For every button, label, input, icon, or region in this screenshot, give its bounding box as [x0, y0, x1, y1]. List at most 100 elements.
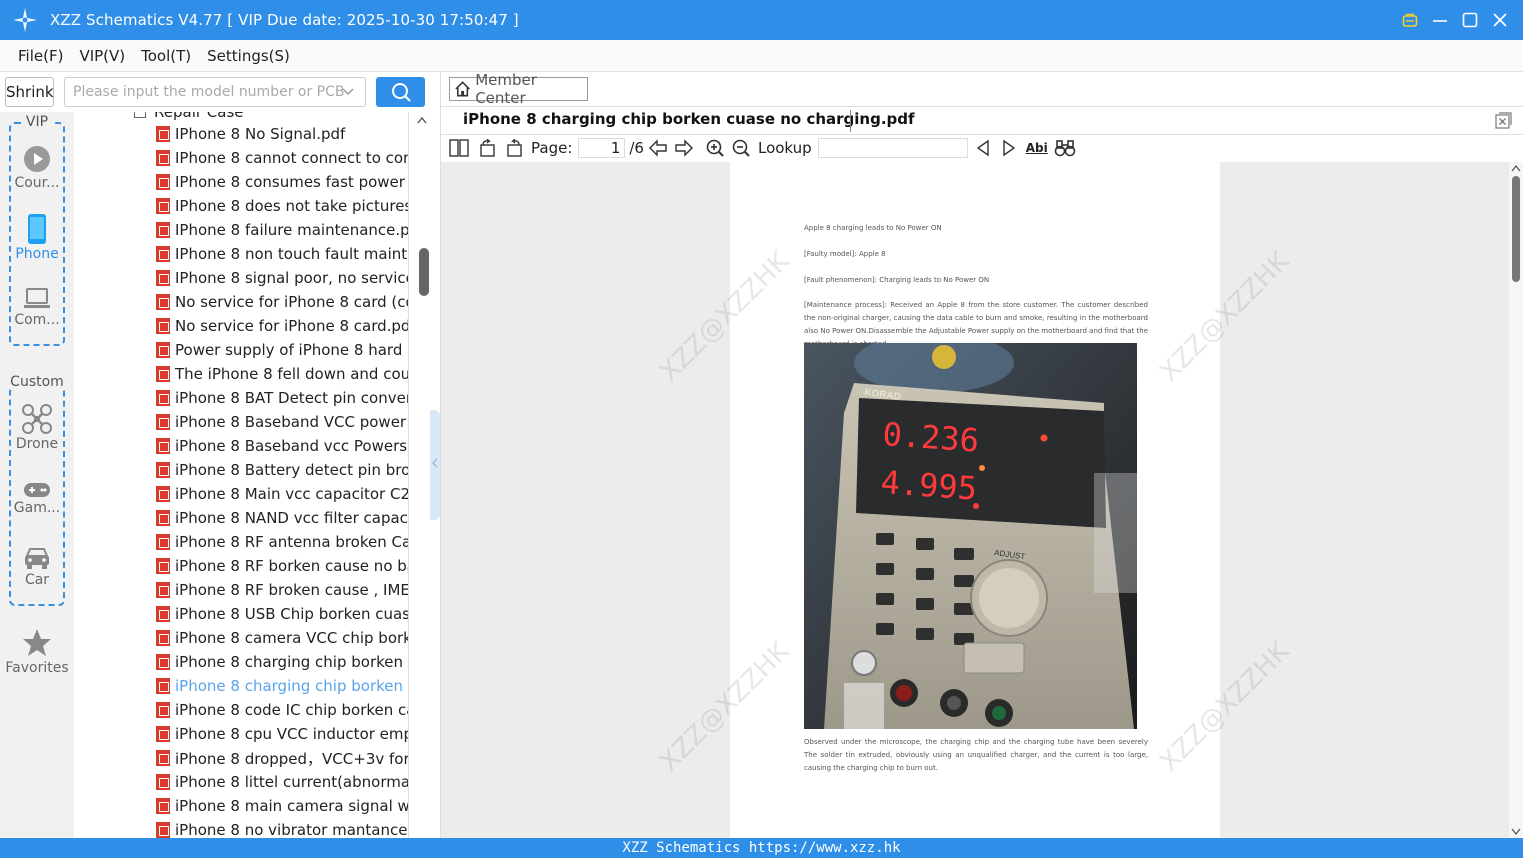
file-tree-item-label: IPhone 8 No Signal.pdf	[175, 125, 346, 143]
file-tree-item[interactable]: IPhone 8 non touch fault maintena	[156, 242, 408, 266]
pdf-file-icon	[156, 174, 170, 190]
file-tree-item[interactable]: Power supply of iPhone 8 hard dis	[156, 338, 408, 362]
nav-item-favorites[interactable]: Favorites	[0, 628, 74, 676]
file-tree-item[interactable]: iPhone 8 USB Chip borken cuase n	[156, 602, 408, 626]
file-tree-item[interactable]: No service for iPhone 8 card (comr	[156, 290, 408, 314]
two-page-view-icon[interactable]	[449, 139, 469, 157]
file-tree-item[interactable]: IPhone 8 cannot connect to compu	[156, 146, 408, 170]
file-tree-item[interactable]: iPhone 8 Baseband VCC power sup	[156, 410, 408, 434]
chevron-down-icon[interactable]	[341, 78, 355, 116]
file-tree-item[interactable]: iPhone 8 camera VCC chip borken	[156, 626, 408, 650]
watermark-text: XZZ@XZZHK	[1154, 636, 1296, 778]
pdf-file-icon	[156, 606, 170, 622]
file-tree-item[interactable]: iPhone 8 cpu VCC inductor empty	[156, 722, 408, 746]
file-tree-item[interactable]: iPhone 8 Main vcc capacitor C2859	[156, 482, 408, 506]
search-button[interactable]	[376, 77, 425, 107]
psu-voltage-display: 0.236	[881, 415, 980, 460]
file-tree-item[interactable]: iPhone 8 charging chip borken cau	[156, 650, 408, 674]
file-tree-item[interactable]: iPhone 8 Baseband vcc Powersupp	[156, 434, 408, 458]
menu-file[interactable]: File(F)	[18, 47, 63, 65]
menu-settings[interactable]: Settings(S)	[207, 47, 290, 65]
nav-item-label: Cour...	[14, 175, 60, 191]
nav-item-computer[interactable]: Com...	[0, 288, 74, 328]
tree-scrollbar[interactable]	[408, 112, 432, 838]
file-tree-item[interactable]: IPhone 8 does not take pictures be	[156, 194, 408, 218]
file-tree-item[interactable]: iPhone 8 dropped，VCC+3v for NA	[156, 746, 408, 770]
file-tree-item[interactable]: IPhone 8 consumes fast power (da	[156, 170, 408, 194]
nav-item-drone[interactable]: Drone	[0, 404, 74, 452]
document-pane: Member Center iPhone 8 charging chip bor…	[441, 71, 1523, 838]
vip-badge-icon[interactable]	[1401, 11, 1419, 29]
close-icon[interactable]	[1491, 11, 1509, 29]
scroll-up-icon[interactable]	[417, 116, 427, 124]
menu-tool[interactable]: Tool(T)	[141, 47, 191, 65]
nav-item-game[interactable]: Gam...	[0, 482, 74, 516]
nav-item-course[interactable]: Cour...	[0, 145, 74, 191]
viewer-scrollbar[interactable]	[1509, 162, 1523, 838]
search-icon	[391, 83, 411, 102]
next-page-icon[interactable]	[674, 139, 694, 157]
zoom-out-icon[interactable]	[732, 139, 750, 157]
nav-item-phone[interactable]: Phone	[0, 214, 74, 262]
file-tree-item[interactable]: IPhone 8 No Signal.pdf	[156, 122, 408, 146]
file-tree-item-label: iPhone 8 RF borken cause no base	[175, 557, 408, 575]
file-tree-item[interactable]: The iPhone 8 fell down and couldn	[156, 362, 408, 386]
file-tree-item-label: No service for iPhone 8 card.pdf	[175, 317, 408, 335]
pdf-file-icon	[156, 390, 170, 406]
file-tree-item[interactable]: iPhone 8 RF broken cause , IMEI no	[156, 578, 408, 602]
scroll-up-icon[interactable]	[1511, 164, 1521, 172]
tab-document[interactable]: iPhone 8 charging chip borken cuase no c…	[463, 110, 915, 128]
nav-item-label: Com...	[14, 312, 60, 328]
file-tree-item[interactable]: iPhone 8 RF antenna broken Cause	[156, 530, 408, 554]
scroll-down-icon[interactable]	[1511, 828, 1521, 836]
tab-separator	[850, 110, 851, 132]
match-case-button[interactable]: Abi	[1026, 141, 1048, 155]
file-tree-item-label: iPhone 8 Battery detect pin broker	[175, 461, 408, 479]
file-tree-item[interactable]: No service for iPhone 8 card.pdf	[156, 314, 408, 338]
file-tree-item-label: The iPhone 8 fell down and couldn	[175, 365, 408, 383]
rotate-left-icon[interactable]	[479, 139, 497, 157]
find-previous-icon[interactable]	[976, 139, 990, 157]
file-tree-item[interactable]: iPhone 8 charging chip borken cua	[156, 674, 408, 698]
pdf-file-icon	[156, 318, 170, 334]
menu-vip[interactable]: VIP(V)	[79, 47, 125, 65]
file-tree-item[interactable]: iPhone 8 main camera signal wire	[156, 794, 408, 818]
pdf-file-icon	[156, 198, 170, 214]
file-tree-item[interactable]: IPhone 8 signal poor, no service or	[156, 266, 408, 290]
previous-page-icon[interactable]	[648, 139, 668, 157]
minimize-icon[interactable]	[1431, 11, 1449, 29]
file-tree-item[interactable]: iPhone 8 NAND vcc filter capacitor	[156, 506, 408, 530]
watermark-text: XZZ@XZZHK	[654, 246, 796, 388]
pdf-viewer[interactable]: Apple 8 charging leads to No Power ON [F…	[441, 162, 1509, 838]
collapse-icon[interactable]	[134, 112, 146, 118]
file-tree-item[interactable]: iPhone 8 BAT Detect pin convert tr	[156, 386, 408, 410]
watermark-text: XZZ@XZZHK	[654, 636, 796, 778]
app-logo-icon	[13, 8, 37, 32]
file-tree-item[interactable]: iPhone 8 code IC chip borken caus	[156, 698, 408, 722]
file-tree-item[interactable]: iPhone 8 no vibrator mantance cas	[156, 818, 408, 838]
zoom-in-icon[interactable]	[706, 139, 724, 157]
file-tree-item[interactable]: iPhone 8 littel current(abnormal) r	[156, 770, 408, 794]
find-next-icon[interactable]	[1002, 139, 1016, 157]
file-tree-item-label: iPhone 8 dropped，VCC+3v for NA	[175, 749, 408, 768]
collapse-panel-handle[interactable]	[430, 410, 440, 520]
file-tree-item-label: iPhone 8 main camera signal wire	[175, 797, 408, 815]
maximize-icon[interactable]	[1461, 11, 1479, 29]
close-tabs-icon[interactable]	[1495, 112, 1512, 129]
search-input[interactable]: Please input the model number or PCB	[64, 77, 366, 107]
nav-item-car[interactable]: Car	[0, 546, 74, 588]
file-tree-item[interactable]: iPhone 8 RF borken cause no base	[156, 554, 408, 578]
rotate-right-icon[interactable]	[505, 139, 523, 157]
home-icon	[455, 81, 470, 97]
file-tree-item[interactable]: IPhone 8 failure maintenance.pdf	[156, 218, 408, 242]
vip-group-label: VIP	[22, 114, 52, 130]
member-center-button[interactable]: Member Center	[449, 71, 588, 107]
lookup-input[interactable]	[817, 138, 968, 158]
menu-bar: File(F) VIP(V) Tool(T) Settings(S)	[0, 40, 1523, 72]
page-number-input[interactable]: 1	[578, 138, 626, 158]
shrink-button[interactable]: Shrink	[5, 77, 54, 107]
file-tree-item[interactable]: iPhone 8 Battery detect pin broker	[156, 458, 408, 482]
tree-scroll-thumb[interactable]	[419, 248, 429, 296]
binoculars-icon[interactable]	[1054, 139, 1076, 157]
viewer-scroll-thumb[interactable]	[1512, 176, 1520, 282]
